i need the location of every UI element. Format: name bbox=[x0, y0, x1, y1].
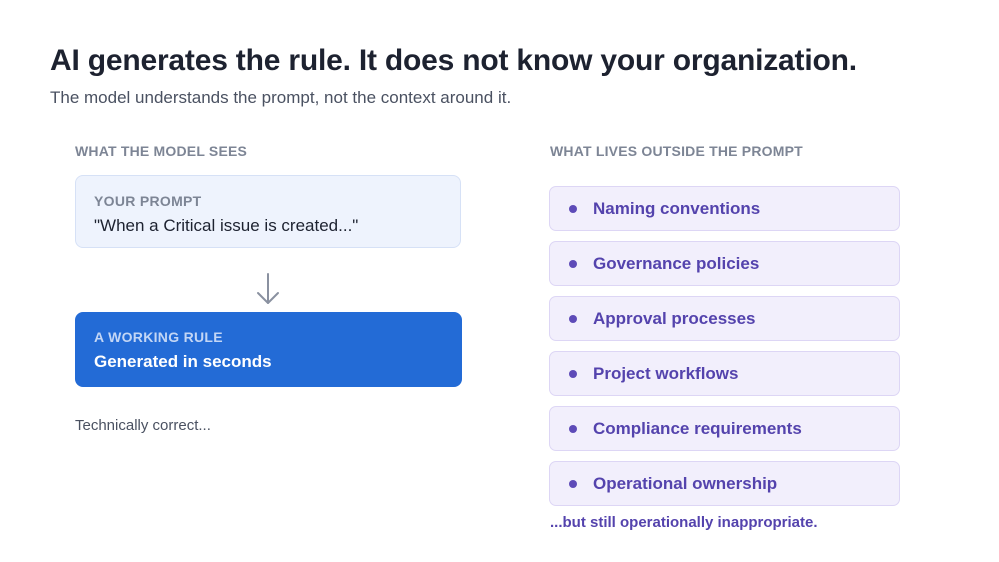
context-item-label: Governance policies bbox=[593, 253, 760, 273]
working-rule-box: A WORKING RULE Generated in seconds bbox=[75, 312, 462, 387]
bullet-icon bbox=[569, 204, 577, 213]
prompt-label: YOUR PROMPT bbox=[94, 193, 202, 209]
list-item: Approval processes bbox=[549, 296, 900, 341]
bullet-icon bbox=[569, 479, 577, 488]
rule-label: A WORKING RULE bbox=[94, 329, 223, 345]
context-item-label: Naming conventions bbox=[593, 198, 761, 218]
operationally-inappropriate-note: ...but still operationally inappropriate… bbox=[550, 514, 818, 531]
context-item-label: Operational ownership bbox=[593, 473, 778, 493]
bullet-icon bbox=[569, 424, 577, 433]
bullet-icon bbox=[569, 259, 577, 268]
prompt-box: YOUR PROMPT "When a Critical issue is cr… bbox=[75, 175, 461, 248]
bullet-icon bbox=[569, 369, 577, 378]
list-item: Governance policies bbox=[549, 241, 900, 286]
context-item-label: Approval processes bbox=[593, 308, 756, 328]
list-item: Naming conventions bbox=[549, 186, 900, 231]
arrow-down-icon bbox=[257, 273, 279, 304]
page-title: AI generates the rule. It does not know … bbox=[50, 44, 857, 77]
outside-prompt-heading: WHAT LIVES OUTSIDE THE PROMPT bbox=[550, 143, 803, 159]
page-subtitle: The model understands the prompt, not th… bbox=[50, 88, 512, 107]
context-item-label: Project workflows bbox=[593, 363, 739, 383]
model-sees-heading: WHAT THE MODEL SEES bbox=[75, 143, 248, 159]
list-item: Operational ownership bbox=[549, 461, 900, 506]
technically-correct-note: Technically correct... bbox=[75, 417, 211, 434]
rule-text: Generated in seconds bbox=[94, 352, 272, 371]
list-item: Project workflows bbox=[549, 351, 900, 396]
context-item-label: Compliance requirements bbox=[593, 418, 802, 438]
context-list: Naming conventions Governance policies A… bbox=[549, 186, 900, 516]
list-item: Compliance requirements bbox=[549, 406, 900, 451]
prompt-text: "When a Critical issue is created..." bbox=[94, 216, 359, 235]
bullet-icon bbox=[569, 314, 577, 323]
